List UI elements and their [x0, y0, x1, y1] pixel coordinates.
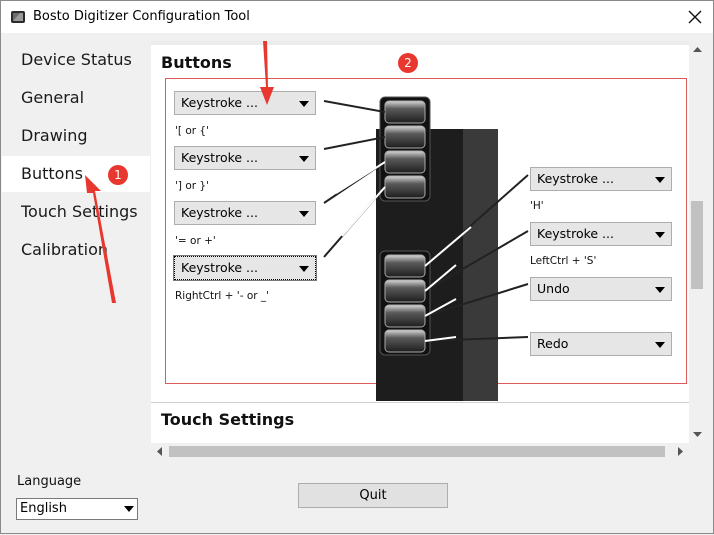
buttons-section-title: Buttons [161, 53, 232, 72]
button-6-mapping: LeftCtrl + 'S' [530, 255, 597, 267]
annotation-badge-1: 1 [108, 165, 128, 185]
button-1-mapping: '[ or {' [175, 125, 209, 137]
sidebar-item-label: General [21, 88, 85, 107]
language-label: Language [17, 474, 82, 489]
button-2-mapping: '] or }' [175, 180, 209, 192]
sidebar-item-label: Device Status [21, 50, 132, 69]
quit-button[interactable]: Quit [298, 483, 448, 508]
vertical-scroll-thumb[interactable] [691, 201, 703, 289]
language-select[interactable]: English [16, 498, 138, 520]
tablet-key-4 [384, 175, 426, 199]
panel-top-edge [151, 41, 689, 45]
sidebar-item-device-status[interactable]: Device Status [2, 42, 150, 78]
horizontal-scrollbar[interactable] [151, 443, 689, 460]
dropdown-arrow-icon [655, 342, 665, 348]
tablet-key-5 [384, 254, 426, 278]
button-3-mapping: '= or +' [175, 235, 216, 247]
touch-settings-section-title: Touch Settings [161, 410, 295, 429]
window-title: Bosto Digitizer Configuration Tool [33, 9, 250, 24]
button-7-selected: Undo [537, 281, 570, 296]
sidebar: Device Status General Drawing Settings B… [2, 39, 150, 299]
dropdown-arrow-icon [299, 211, 309, 217]
dropdown-arrow-icon [655, 232, 665, 238]
tablet-key-1 [384, 100, 426, 124]
main-window: Bosto Digitizer Configuration Tool Devic… [0, 0, 714, 534]
dropdown-arrow-icon [655, 177, 665, 183]
scroll-up-icon[interactable] [689, 41, 706, 58]
dropdown-arrow-icon [299, 266, 309, 272]
close-icon [688, 10, 702, 24]
sidebar-item-general[interactable]: General [2, 80, 150, 116]
scroll-down-icon[interactable] [689, 426, 706, 443]
settings-panel: Buttons Keystroke ... '[or {' Keystroke… [151, 41, 689, 443]
tablet-key-3 [384, 150, 426, 174]
tablet-key-6 [384, 279, 426, 303]
close-button[interactable] [677, 3, 713, 31]
buttons-config-box: Keystroke ... '[ or {' Keystroke ... '] … [165, 78, 687, 401]
button-2-dropdown[interactable]: Keystroke ... [174, 146, 316, 170]
button-6-selected: Keystroke ... [537, 226, 614, 241]
button-3-selected: Keystroke ... [181, 205, 258, 220]
sidebar-item-calibration[interactable]: Calibration [2, 232, 150, 268]
sidebar-item-label: Buttons [21, 164, 83, 183]
button-1-dropdown[interactable]: Keystroke ... [174, 91, 316, 115]
dropdown-arrow-icon[interactable] [121, 499, 137, 519]
sidebar-item-drawing-settings[interactable]: Drawing Settings [2, 118, 150, 181]
button-7-dropdown[interactable]: Undo [530, 277, 672, 301]
language-value: English [20, 501, 67, 516]
button-6-dropdown[interactable]: Keystroke ... [530, 222, 672, 246]
button-4-dropdown[interactable]: Keystroke ... [173, 255, 317, 281]
dropdown-arrow-icon [299, 156, 309, 162]
button-2-selected: Keystroke ... [181, 150, 258, 165]
button-5-selected: Keystroke ... [537, 171, 614, 186]
annotation-badge-2: 2 [398, 53, 418, 73]
title-bar: Bosto Digitizer Configuration Tool [1, 1, 713, 33]
vertical-scrollbar[interactable] [689, 41, 706, 443]
sidebar-item-label: Touch Settings [21, 202, 138, 221]
tablet-key-8 [384, 329, 426, 353]
sidebar-item-label: Calibration [21, 240, 109, 259]
scroll-right-icon[interactable] [672, 443, 689, 460]
button-1-selected: Keystroke ... [181, 95, 258, 110]
scroll-left-icon[interactable] [151, 443, 168, 460]
button-3-dropdown[interactable]: Keystroke ... [174, 201, 316, 225]
dropdown-arrow-icon [655, 287, 665, 293]
dropdown-arrow-icon [299, 101, 309, 107]
button-5-dropdown[interactable]: Keystroke ... [530, 167, 672, 191]
button-4-selected: Keystroke ... [181, 260, 258, 275]
button-5-mapping: 'H' [530, 200, 544, 212]
horizontal-scroll-thumb[interactable] [169, 446, 665, 457]
button-4-mapping: RightCtrl + '- or _' [175, 290, 270, 302]
section-divider [151, 402, 689, 403]
button-8-dropdown[interactable]: Redo [530, 332, 672, 356]
sidebar-item-touch-settings[interactable]: Touch Settings [2, 194, 150, 230]
app-icon [11, 11, 25, 23]
button-8-selected: Redo [537, 336, 569, 351]
tablet-key-7 [384, 304, 426, 328]
tablet-key-2 [384, 125, 426, 149]
